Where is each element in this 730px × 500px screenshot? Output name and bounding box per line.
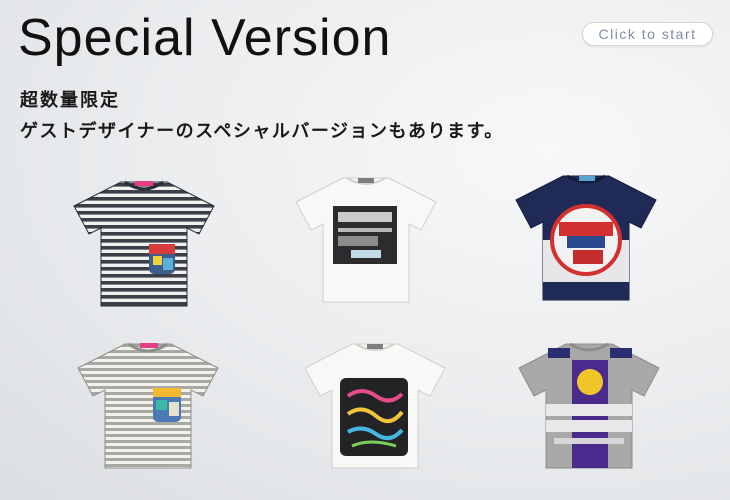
tshirt-grey-purple-panel-icon [518, 342, 660, 469]
tshirt-white-graphic[interactable] [291, 172, 441, 307]
tshirt-navy-patch-icon [515, 174, 657, 301]
start-button[interactable]: Click to start [582, 22, 713, 46]
tshirt-white-script[interactable] [300, 338, 450, 473]
tshirt-white-script-icon [304, 343, 446, 469]
special-version-banner: Special Version Click to start 超数量限定 ゲスト… [0, 0, 730, 500]
tshirt-grey-purple-panel[interactable] [514, 338, 664, 473]
tshirt-striped-pocket-icon [73, 180, 215, 307]
tshirt-striped-pocket[interactable] [69, 176, 219, 311]
tshirt-navy-patch[interactable] [511, 170, 661, 305]
page-title: Special Version [18, 9, 392, 67]
tshirt-grey-stripe-pocket-icon [77, 342, 219, 469]
subtitle-limited: 超数量限定 [20, 90, 120, 111]
tshirt-white-graphic-icon [295, 177, 437, 303]
tshirt-grey-stripe-pocket[interactable] [73, 338, 223, 473]
subtitle-description: ゲストデザイナーのスペシャルバージョンもあります。 [20, 121, 504, 142]
